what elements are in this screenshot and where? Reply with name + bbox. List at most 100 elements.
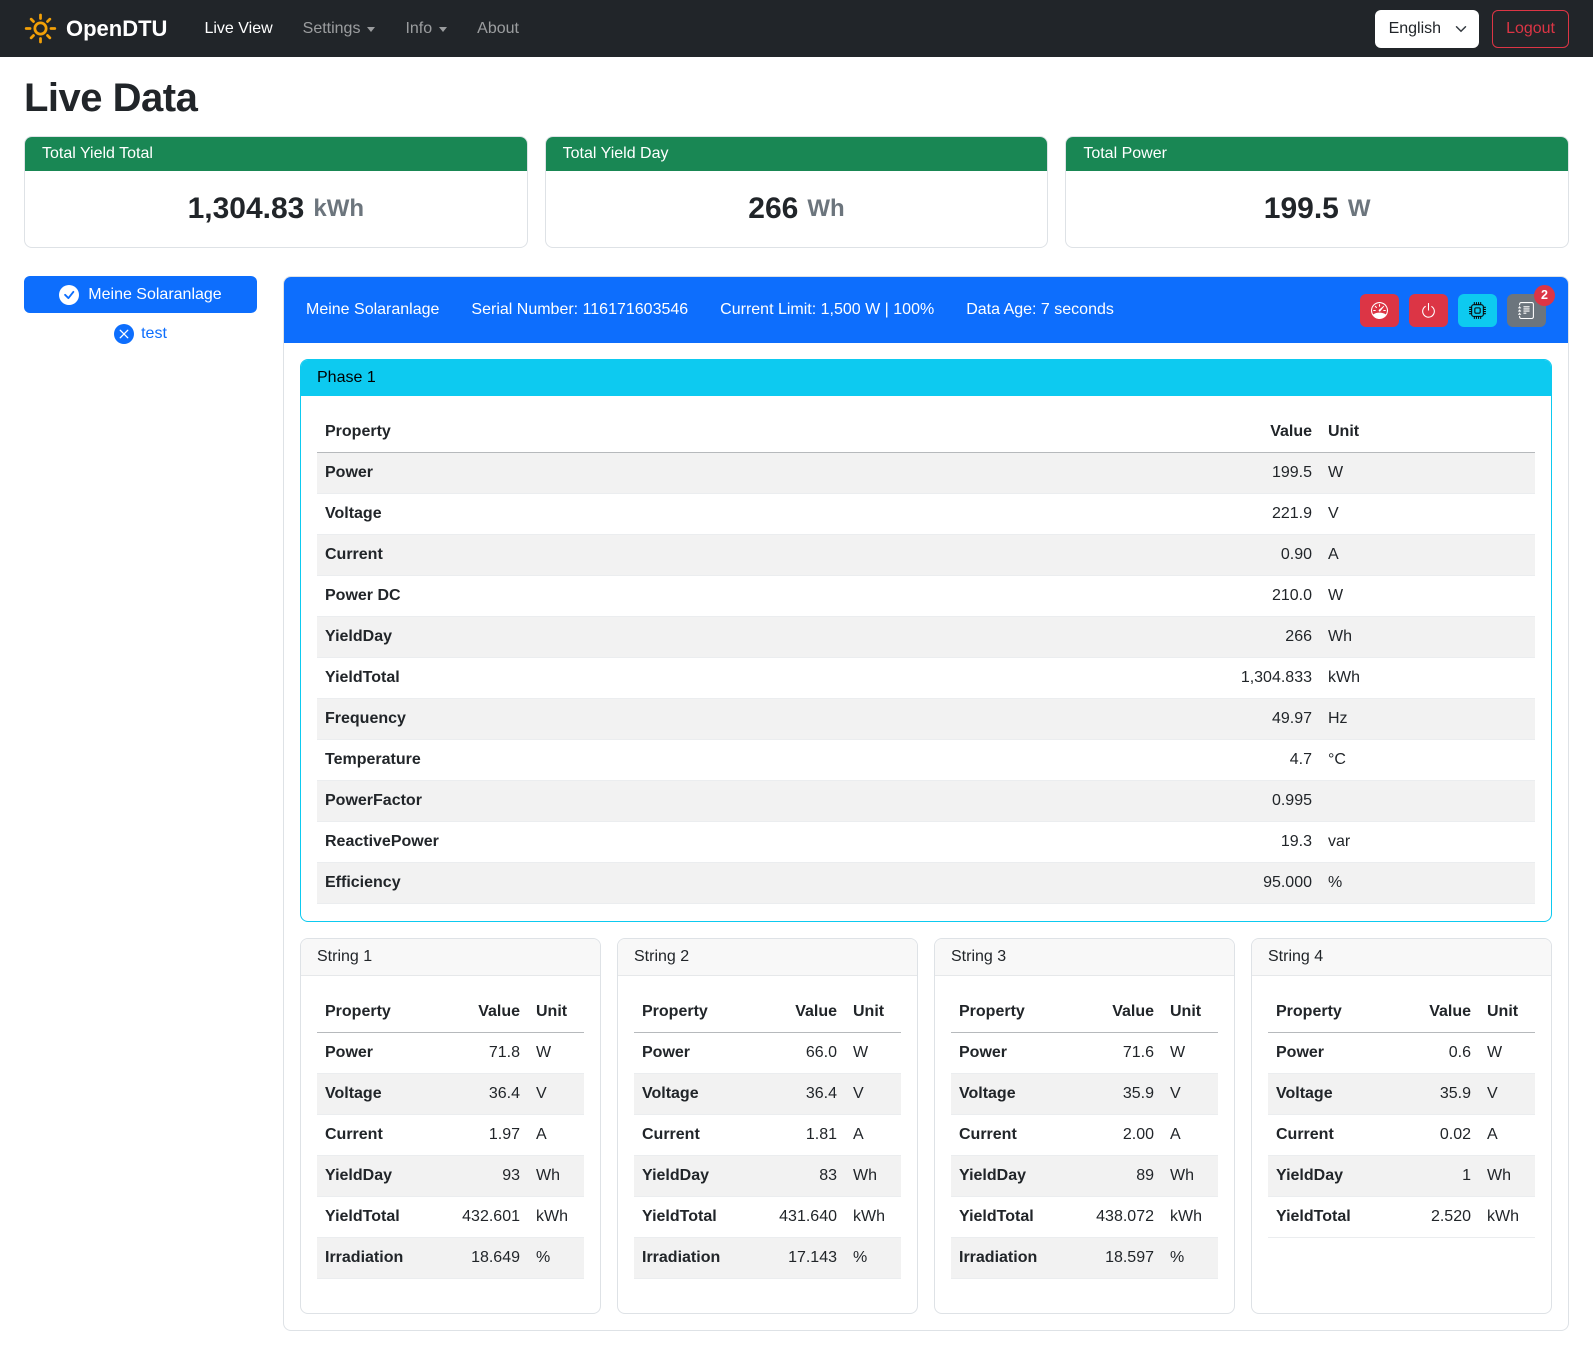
table-row: Voltage221.9V xyxy=(317,494,1535,535)
table-row: Irradiation17.143% xyxy=(634,1238,901,1279)
unit-cell: W xyxy=(1479,1033,1535,1074)
unit-cell: W xyxy=(1162,1033,1218,1074)
power-icon xyxy=(1420,302,1437,319)
value-cell: 2.00 xyxy=(1086,1115,1162,1156)
property-cell: Efficiency xyxy=(317,863,1210,904)
language-select[interactable]: English xyxy=(1375,10,1479,48)
check-circle-icon xyxy=(59,285,79,305)
property-cell: YieldTotal xyxy=(634,1197,769,1238)
device-info-button[interactable] xyxy=(1458,294,1497,327)
property-cell: Power xyxy=(951,1033,1086,1074)
property-cell: Current xyxy=(1268,1115,1403,1156)
value-cell: 18.649 xyxy=(452,1238,528,1279)
limit-settings-button[interactable] xyxy=(1360,294,1399,327)
property-cell: Power xyxy=(634,1033,769,1074)
nav-item-live-view[interactable]: Live View xyxy=(189,12,287,46)
property-cell: Power xyxy=(317,453,1210,494)
column-header-value: Value xyxy=(1086,992,1162,1033)
sidebar-item-test[interactable]: test xyxy=(24,324,257,344)
value-cell: 66.0 xyxy=(769,1033,845,1074)
cpu-icon xyxy=(1469,302,1486,319)
journal-text-icon xyxy=(1518,302,1535,319)
property-cell: YieldDay xyxy=(317,1156,452,1197)
property-cell: YieldTotal xyxy=(951,1197,1086,1238)
value-cell: 17.143 xyxy=(769,1238,845,1279)
property-cell: Current xyxy=(317,1115,452,1156)
power-settings-button[interactable] xyxy=(1409,294,1448,327)
table-row: YieldDay89Wh xyxy=(951,1156,1218,1197)
unit-cell: W xyxy=(528,1033,584,1074)
sidebar-item-meine-solaranlage[interactable]: Meine Solaranlage xyxy=(24,276,257,313)
unit-cell: V xyxy=(1479,1074,1535,1115)
table-row: Current1.81A xyxy=(634,1115,901,1156)
column-header-unit: Unit xyxy=(1162,992,1218,1033)
summary-cards-row: Total Yield Total 1,304.83 kWh Total Yie… xyxy=(24,136,1569,248)
sidebar-item-label: test xyxy=(141,325,167,343)
value-cell: 1.81 xyxy=(769,1115,845,1156)
unit-cell: Hz xyxy=(1320,699,1535,740)
unit-cell: A xyxy=(1162,1115,1218,1156)
table-row: Current1.97A xyxy=(317,1115,584,1156)
property-cell: Voltage xyxy=(634,1074,769,1115)
value-cell: 2.520 xyxy=(1403,1197,1479,1238)
property-cell: Voltage xyxy=(317,494,1210,535)
nav-menu: Live View Settings Info About xyxy=(189,12,534,46)
value-cell: 49.97 xyxy=(1210,699,1320,740)
summary-card-total-yield-total: Total Yield Total 1,304.83 kWh xyxy=(24,136,528,248)
string-title: String 4 xyxy=(1252,939,1551,976)
string-card-2: String 2 Property Value Unit Power66.0WV… xyxy=(617,938,918,1314)
logout-button[interactable]: Logout xyxy=(1492,10,1569,48)
summary-card-value: 199.5 xyxy=(1264,192,1339,226)
table-row: Irradiation18.649% xyxy=(317,1238,584,1279)
value-cell: 0.90 xyxy=(1210,535,1320,576)
value-cell: 431.640 xyxy=(769,1197,845,1238)
phase-panel: Phase 1 Property Value Unit Power199.5WV… xyxy=(300,359,1552,922)
property-cell: Voltage xyxy=(1268,1074,1403,1115)
brand-text: OpenDTU xyxy=(66,16,167,42)
table-row: Irradiation18.597% xyxy=(951,1238,1218,1279)
navbar-right: English Logout xyxy=(1375,10,1569,48)
brand-link[interactable]: OpenDTU xyxy=(24,12,167,45)
value-cell: 1 xyxy=(1403,1156,1479,1197)
chevron-down-icon xyxy=(1455,23,1467,35)
table-row: Power199.5W xyxy=(317,453,1535,494)
unit-cell: Wh xyxy=(1479,1156,1535,1197)
phase-table: Property Value Unit Power199.5WVoltage22… xyxy=(317,412,1535,904)
value-cell: 0.995 xyxy=(1210,781,1320,822)
column-header-unit: Unit xyxy=(845,992,901,1033)
nav-item-about[interactable]: About xyxy=(462,12,534,46)
nav-item-settings[interactable]: Settings xyxy=(288,12,391,46)
property-cell: Current xyxy=(634,1115,769,1156)
inverter-name: Meine Solaranlage xyxy=(306,301,439,319)
chevron-down-icon xyxy=(367,27,375,32)
chevron-down-icon xyxy=(439,27,447,32)
table-row: Voltage35.9V xyxy=(1268,1074,1535,1115)
event-log-button[interactable]: 2 xyxy=(1507,294,1546,327)
inverter-limit: Current Limit: 1,500 W | 100% xyxy=(720,301,934,319)
value-cell: 93 xyxy=(452,1156,528,1197)
column-header-value: Value xyxy=(1210,412,1320,453)
column-header-unit: Unit xyxy=(528,992,584,1033)
string-table: Property Value Unit Power71.6WVoltage35.… xyxy=(951,992,1218,1279)
property-cell: Power DC xyxy=(317,576,1210,617)
property-cell: Voltage xyxy=(317,1074,452,1115)
column-header-property: Property xyxy=(317,412,1210,453)
table-row: YieldTotal1,304.833kWh xyxy=(317,658,1535,699)
unit-cell: W xyxy=(1320,453,1535,494)
page-title: Live Data xyxy=(24,76,1569,121)
column-header-value: Value xyxy=(1403,992,1479,1033)
unit-cell: Wh xyxy=(845,1156,901,1197)
x-circle-icon xyxy=(114,324,134,344)
table-row: Power0.6W xyxy=(1268,1033,1535,1074)
summary-card-title: Total Yield Total xyxy=(25,137,527,171)
top-navbar: OpenDTU Live View Settings Info About En… xyxy=(0,0,1593,57)
unit-cell: kWh xyxy=(845,1197,901,1238)
column-header-unit: Unit xyxy=(1320,412,1535,453)
column-header-value: Value xyxy=(769,992,845,1033)
table-row: Efficiency95.000% xyxy=(317,863,1535,904)
inverter-panel: Meine Solaranlage Serial Number: 1161716… xyxy=(283,276,1569,1331)
value-cell: 266 xyxy=(1210,617,1320,658)
nav-item-info[interactable]: Info xyxy=(390,12,462,46)
string-table: Property Value Unit Power0.6WVoltage35.9… xyxy=(1268,992,1535,1238)
value-cell: 438.072 xyxy=(1086,1197,1162,1238)
